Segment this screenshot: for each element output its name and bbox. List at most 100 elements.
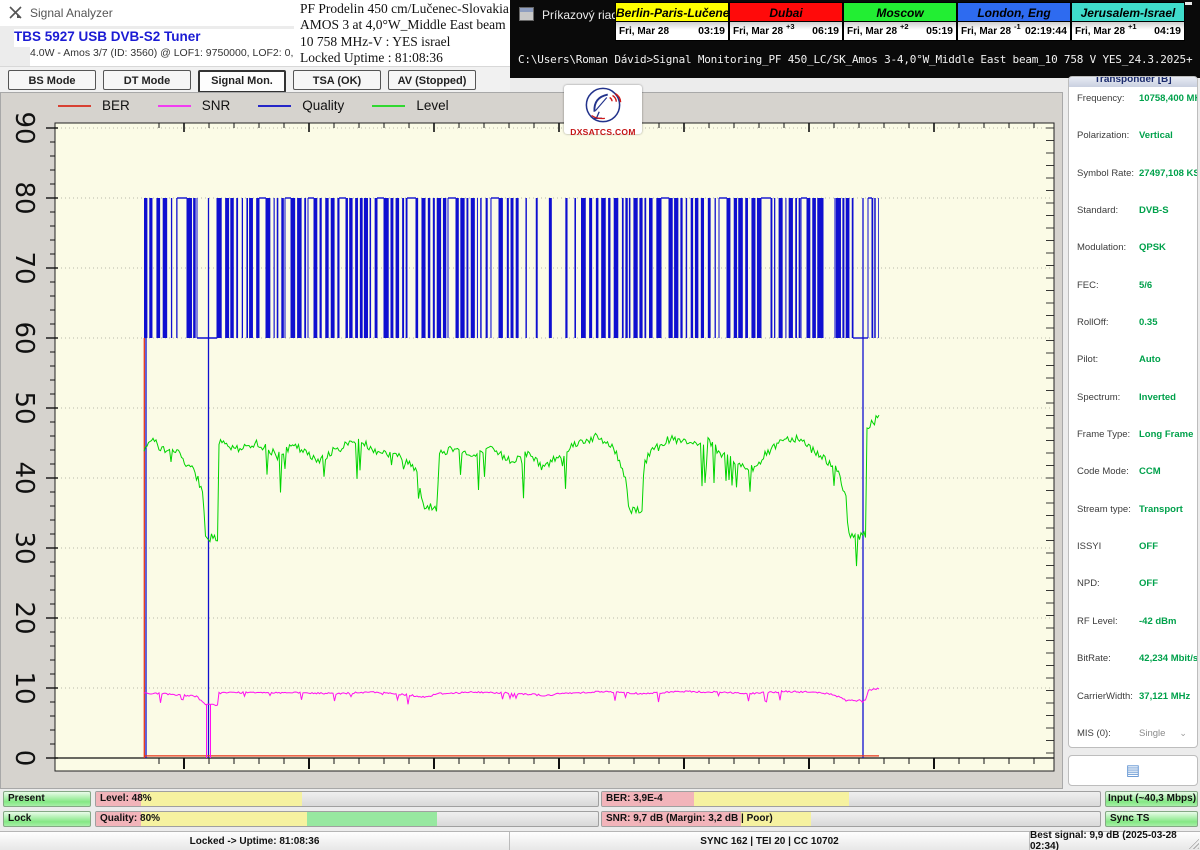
console-prompt-text[interactable]: C:\Users\Roman Dávid>Signal Monitoring_P… [518, 53, 1192, 66]
field-label: Stream type: [1077, 504, 1139, 515]
tab-av-stopped-[interactable]: AV (Stopped) [388, 70, 476, 90]
transponder-row-bitrate-: BitRate:42,234 Mbit/s [1077, 653, 1189, 664]
status-best-signal: Best signal: 9,9 dB (2025-03-28 02:34) [1030, 832, 1200, 850]
clock-time: 04:19 [1154, 25, 1181, 37]
y-tick-90: 90 [9, 111, 39, 145]
clock-city: Jerusalem-Israel [1071, 2, 1185, 22]
transponder-row-carrierwidth-: CarrierWidth:37,121 MHz [1077, 691, 1189, 702]
transponder-row-polarization-: Polarization:Vertical [1077, 130, 1189, 141]
app-logo-icon [8, 5, 24, 21]
legend-item-snr: SNR [158, 98, 231, 113]
tab-tsa-ok-[interactable]: TSA (OK) [293, 70, 381, 90]
input-bitrate-indicator: Input (~40,3 Mbps) [1105, 791, 1198, 807]
signal-analyzer-window: Signal Analyzer TBS 5927 USB DVB-S2 Tune… [0, 0, 1200, 850]
clock-tile-5: Jerusalem-Israel Fri, Mar 28+104:19 [1071, 2, 1185, 41]
field-value: Vertical [1139, 130, 1173, 141]
legend-swatch [372, 105, 405, 107]
meter-segment [141, 812, 307, 826]
clock-tile-4: London, Eng Fri, Mar 28-102:19:44 [957, 2, 1071, 41]
ber-meter: BER: 3,9E-4 [601, 791, 1101, 807]
field-value: 5/6 [1139, 280, 1152, 291]
y-tick-80: 80 [9, 181, 39, 215]
clock-tile-3: Moscow Fri, Mar 28+205:19 [843, 2, 957, 41]
y-tick-0: 0 [9, 741, 39, 775]
clock-date: Fri, Mar 28 [733, 26, 783, 37]
legend-label: BER [102, 98, 130, 113]
field-value: OFF [1139, 541, 1158, 552]
level-meter-label: Level: 48% [100, 792, 152, 806]
field-label: FEC: [1077, 280, 1139, 291]
field-value: Long Frame [1139, 429, 1193, 440]
field-label: Frame Type: [1077, 429, 1139, 440]
transponder-row-issyi: ISSYIOFF [1077, 541, 1189, 552]
field-value: DVB-S [1139, 205, 1169, 216]
field-label: RollOff: [1077, 317, 1139, 328]
y-tick-40: 40 [9, 461, 39, 495]
transponder-row-standard-: Standard:DVB-S [1077, 205, 1189, 216]
tab-bs-mode[interactable]: BS Mode [8, 70, 96, 90]
field-label: Code Mode: [1077, 466, 1139, 477]
field-value: 0.35 [1139, 317, 1158, 328]
field-label: Symbol Rate: [1077, 168, 1139, 179]
clock-date: Fri, Mar 28 [961, 26, 1011, 37]
field-label: RF Level: [1077, 616, 1139, 627]
field-label: Frequency: [1077, 93, 1139, 104]
clock-city: Dubai [729, 2, 843, 22]
clock-utc-offset: +3 [786, 22, 795, 32]
field-value: 27497,108 KS/s [1139, 168, 1198, 179]
annotation-block: PF Prodelin 450 cm/Lučenec-Slovakia AMOS… [294, 0, 510, 67]
table-icon: ▤ [1126, 762, 1140, 779]
legend-label: SNR [202, 98, 231, 113]
meter-segment [307, 812, 438, 826]
tab-dt-mode[interactable]: DT Mode [103, 70, 191, 90]
console-window-icon [519, 7, 534, 21]
field-label: ISSYI [1077, 541, 1139, 552]
transponder-list-button[interactable]: ▤ [1068, 755, 1198, 786]
tab-signal-mon-[interactable]: Signal Mon. [198, 70, 286, 93]
annotation-line-1: PF Prodelin 450 cm/Lučenec-Slovakia [294, 1, 510, 17]
field-value: CCM [1139, 466, 1161, 477]
y-tick-10: 10 [9, 671, 39, 705]
field-label: Polarization: [1077, 130, 1139, 141]
present-indicator: Present [3, 791, 91, 807]
status-sync-counts: SYNC 162 | TEI 20 | CC 10702 [510, 832, 1030, 850]
transponder-panel: Transponder [B] Frequency:10758,400 MHz P… [1068, 76, 1198, 748]
y-tick-50: 50 [9, 391, 39, 425]
transponder-row-code-mode-: Code Mode:CCM [1077, 466, 1189, 477]
field-label: Pilot: [1077, 354, 1139, 365]
transponder-row-modulation-: Modulation:QPSK [1077, 242, 1189, 253]
annotation-line-3: 10 758 MHz-V : YES israel [294, 34, 510, 50]
legend-item-quality: Quality [258, 98, 344, 113]
clock-city: Moscow [843, 2, 957, 22]
clock-city: Berlin-Paris-Lučenec [615, 2, 729, 22]
legend-swatch [158, 105, 191, 107]
field-value: QPSK [1139, 242, 1166, 253]
signal-chart-panel: BERSNRQualityLevel 0102030405060708090 D… [0, 92, 1063, 789]
chevron-down-icon[interactable]: ⌄ [1179, 728, 1187, 739]
clock-date: Fri, Mar 28 [847, 26, 897, 37]
signal-chart[interactable] [1, 93, 1064, 790]
transponder-row-spectrum-: Spectrum:Inverted [1077, 392, 1189, 403]
transponder-row-mis-0-[interactable]: MIS (0):Single⌄ [1077, 728, 1189, 739]
clock-tile-2: Dubai Fri, Mar 28+306:19 [729, 2, 843, 41]
chart-legend: BERSNRQualityLevel [58, 98, 449, 113]
clock-tile-1: Berlin-Paris-Lučenec Fri, Mar 28 03:19 [615, 2, 729, 41]
transponder-row-frequency-: Frequency:10758,400 MHz [1077, 93, 1189, 104]
clock-date: Fri, Mar 28 [619, 26, 669, 37]
clock-time: 03:19 [698, 25, 725, 37]
field-value: 42,234 Mbit/s [1139, 653, 1198, 664]
field-label: NPD: [1077, 578, 1139, 589]
legend-swatch [58, 105, 91, 107]
field-label: Spectrum: [1077, 392, 1139, 403]
transponder-row-rolloff-: RollOff:0.35 [1077, 317, 1189, 328]
transponder-row-fec-: FEC:5/6 [1077, 280, 1189, 291]
field-label: Standard: [1077, 205, 1139, 216]
clock-utc-offset: +2 [900, 22, 909, 32]
ber-meter-label: BER: 3,9E-4 [606, 792, 663, 806]
quality-meter-label: Quality: 80% [100, 812, 160, 826]
transponder-header: Transponder [B] [1069, 77, 1197, 87]
field-value: 37,121 MHz [1139, 691, 1190, 702]
transponder-row-npd-: NPD:OFF [1077, 578, 1189, 589]
clock-date: Fri, Mar 28 [1075, 26, 1125, 37]
status-uptime: Locked -> Uptime: 81:08:36 [0, 832, 510, 850]
